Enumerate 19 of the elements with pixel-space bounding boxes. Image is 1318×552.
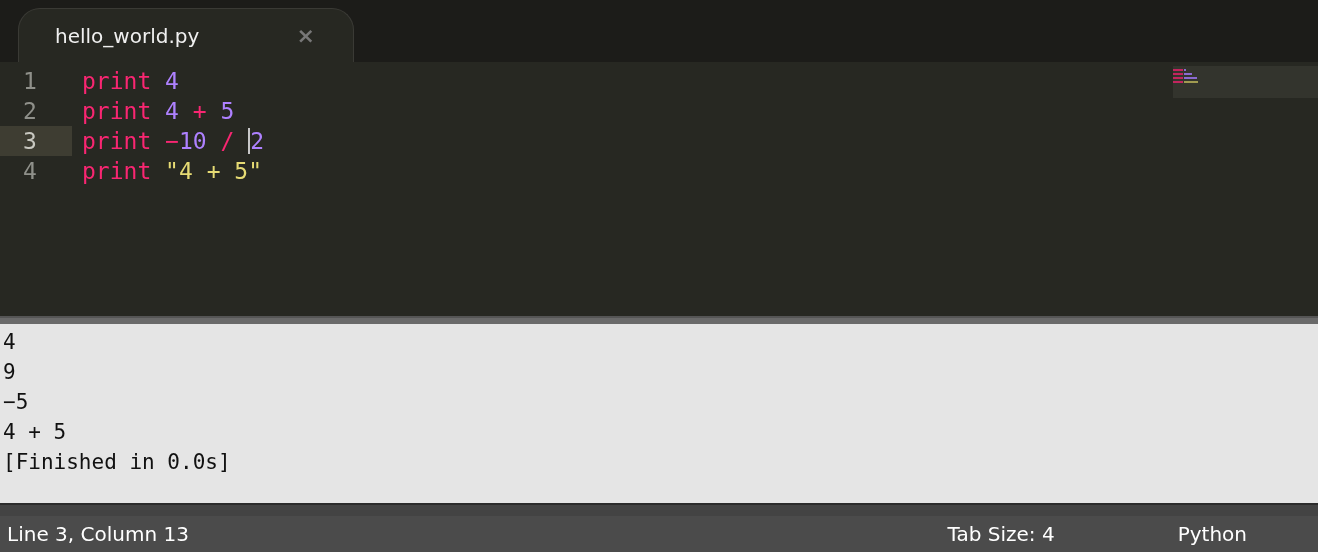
code-editor[interactable]: 1 print 4 2 print 4 + 5 3 print −10 / 2 4 print "4 + 5" <box>0 62 1318 316</box>
output-line: 4 + 5 <box>3 419 67 446</box>
syntax-selector[interactable]: Python <box>1177 522 1247 546</box>
code-line: print 4 <box>81 68 179 94</box>
file-tab[interactable]: hello_world.py × <box>18 8 354 62</box>
code-line: print −10 / 2 <box>81 128 265 154</box>
line-number: 2 <box>22 97 38 126</box>
output-line: 4 <box>3 329 16 356</box>
cursor-position: Line 3, Column 13 <box>7 522 189 546</box>
line-number: 4 <box>22 157 38 186</box>
panel-splitter[interactable] <box>0 316 1318 324</box>
line-number: 3 <box>0 126 72 156</box>
output-line: [Finished in 0.0s] <box>3 449 231 476</box>
line-number: 1 <box>22 67 38 96</box>
tab-size-selector[interactable]: Tab Size: 4 <box>947 522 1055 546</box>
code-line: print 4 + 5 <box>81 98 235 124</box>
output-line: 9 <box>3 359 16 386</box>
output-line: −5 <box>3 389 29 416</box>
code-line: print "4 + 5" <box>81 158 263 184</box>
